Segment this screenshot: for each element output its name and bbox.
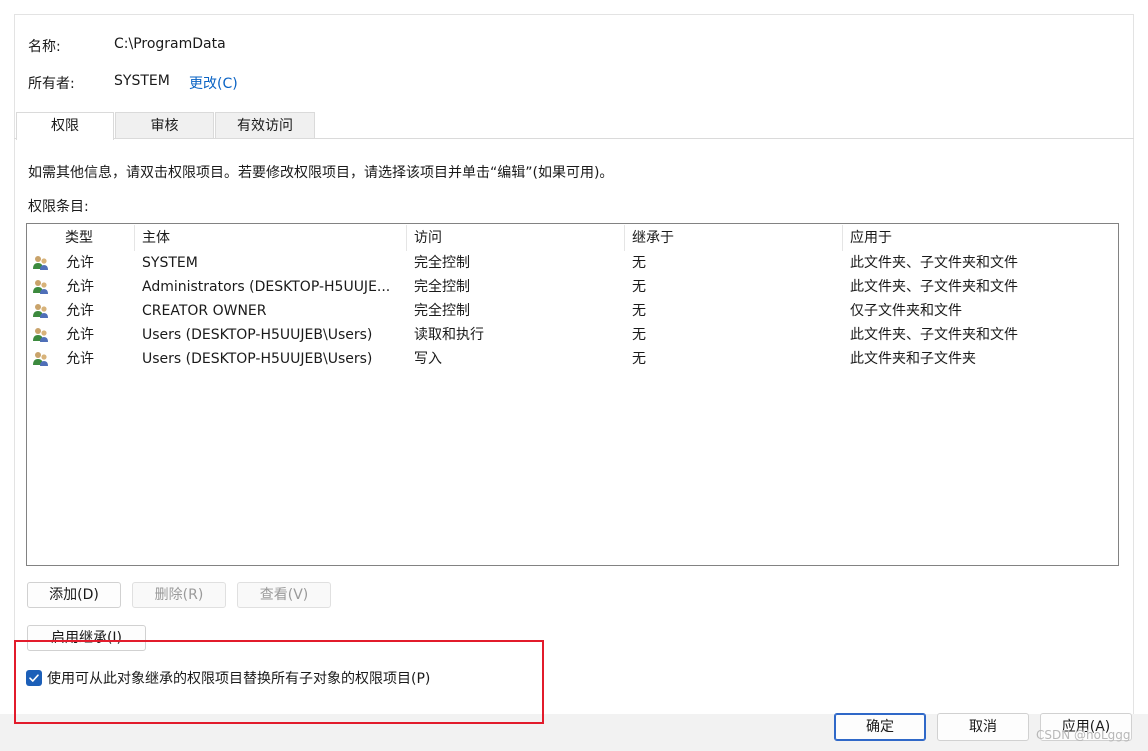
tab-auditing[interactable]: 审核 [115,112,214,138]
cancel-button[interactable]: 取消 [937,713,1029,741]
users-group-icon [33,352,48,366]
entry-principal: Administrators (DESKTOP-H5UUJE... [142,279,391,295]
column-header-principal[interactable]: 主体 [135,225,407,251]
name-label: 名称: [28,39,61,55]
entry-inherited-from: 无 [632,303,646,319]
entry-type: 允许 [66,303,94,319]
column-header-applies-to[interactable]: 应用于 [843,225,1117,251]
view-button[interactable]: 查看(V) [237,582,331,608]
entry-principal: CREATOR OWNER [142,303,267,319]
entry-access: 完全控制 [414,303,470,319]
tab-permissions[interactable]: 权限 [16,112,114,140]
ok-button[interactable]: 确定 [834,713,926,741]
entry-access: 完全控制 [414,255,470,271]
entry-inherited-from: 无 [632,351,646,367]
entry-inherited-from: 无 [632,327,646,343]
column-header-inherited-from[interactable]: 继承于 [625,225,843,251]
annotation-highlight-box [14,640,544,724]
column-header-type[interactable]: 类型 [58,225,135,251]
add-button[interactable]: 添加(D) [27,582,121,608]
entry-type: 允许 [66,327,94,343]
entry-inherited-from: 无 [632,255,646,271]
users-group-icon [33,304,48,318]
permission-entry-row[interactable]: 允许 CREATOR OWNER 完全控制 无 仅子文件夹和文件 [28,299,1117,323]
users-group-icon [33,280,48,294]
entry-principal: SYSTEM [142,255,198,271]
entry-applies-to: 此文件夹和子文件夹 [850,351,976,367]
permission-entry-row[interactable]: 允许 Users (DESKTOP-H5UUJEB\Users) 读取和执行 无 此文件… [28,323,1117,347]
entry-applies-to: 此文件夹、子文件夹和文件 [850,255,1018,271]
users-group-icon [33,256,48,270]
entry-principal: Users (DESKTOP-H5UUJEB\Users) [142,327,373,343]
change-owner-link[interactable]: 更改(C) [189,73,238,93]
entry-applies-to: 此文件夹、子文件夹和文件 [850,279,1018,295]
entry-access: 写入 [414,351,442,367]
entry-type: 允许 [66,351,94,367]
entry-applies-to: 此文件夹、子文件夹和文件 [850,327,1018,343]
permission-entry-row[interactable]: 允许 SYSTEM 完全控制 无 此文件夹、子文件夹和文件 [28,251,1117,275]
permission-entries-label: 权限条目: [28,199,89,215]
entry-type: 允许 [66,255,94,271]
dialog-left-border [14,14,15,714]
column-header-icon [28,225,58,251]
entry-applies-to: 仅子文件夹和文件 [850,303,962,319]
owner-label: 所有者: [28,76,75,92]
info-text: 如需其他信息，请双击权限项目。若要修改权限项目，请选择该项目并单击“编辑”(如果… [28,165,614,181]
dialog-top-border [14,14,1134,15]
column-header-access[interactable]: 访问 [407,225,625,251]
permission-entry-row[interactable]: 允许 Administrators (DESKTOP-H5UUJE... 完全控制 无… [28,275,1117,299]
active-tab-connector [17,137,113,140]
remove-button[interactable]: 删除(R) [132,582,226,608]
permission-entries-list[interactable]: 类型 主体 访问 继承于 应用于 允许 SYSTEM 完全控制无此文件夹、子文件夹和… [26,223,1119,566]
entry-type: 允许 [66,279,94,295]
dialog-right-border [1133,14,1134,714]
permission-entry-row[interactable]: 允许 Users (DESKTOP-H5UUJEB\Users) 写入 无 此文件夹和子… [28,347,1117,371]
entry-access: 读取和执行 [414,327,484,343]
tab-underline [14,138,1134,139]
watermark: CSDN @hoLggg [1036,728,1131,742]
name-value: C:\ProgramData [114,36,226,52]
entry-principal: Users (DESKTOP-H5UUJEB\Users) [142,351,373,367]
entry-access: 完全控制 [414,279,470,295]
entry-inherited-from: 无 [632,279,646,295]
tab-effective-access[interactable]: 有效访问 [215,112,315,138]
owner-value: SYSTEM [114,73,170,89]
users-group-icon [33,328,48,342]
